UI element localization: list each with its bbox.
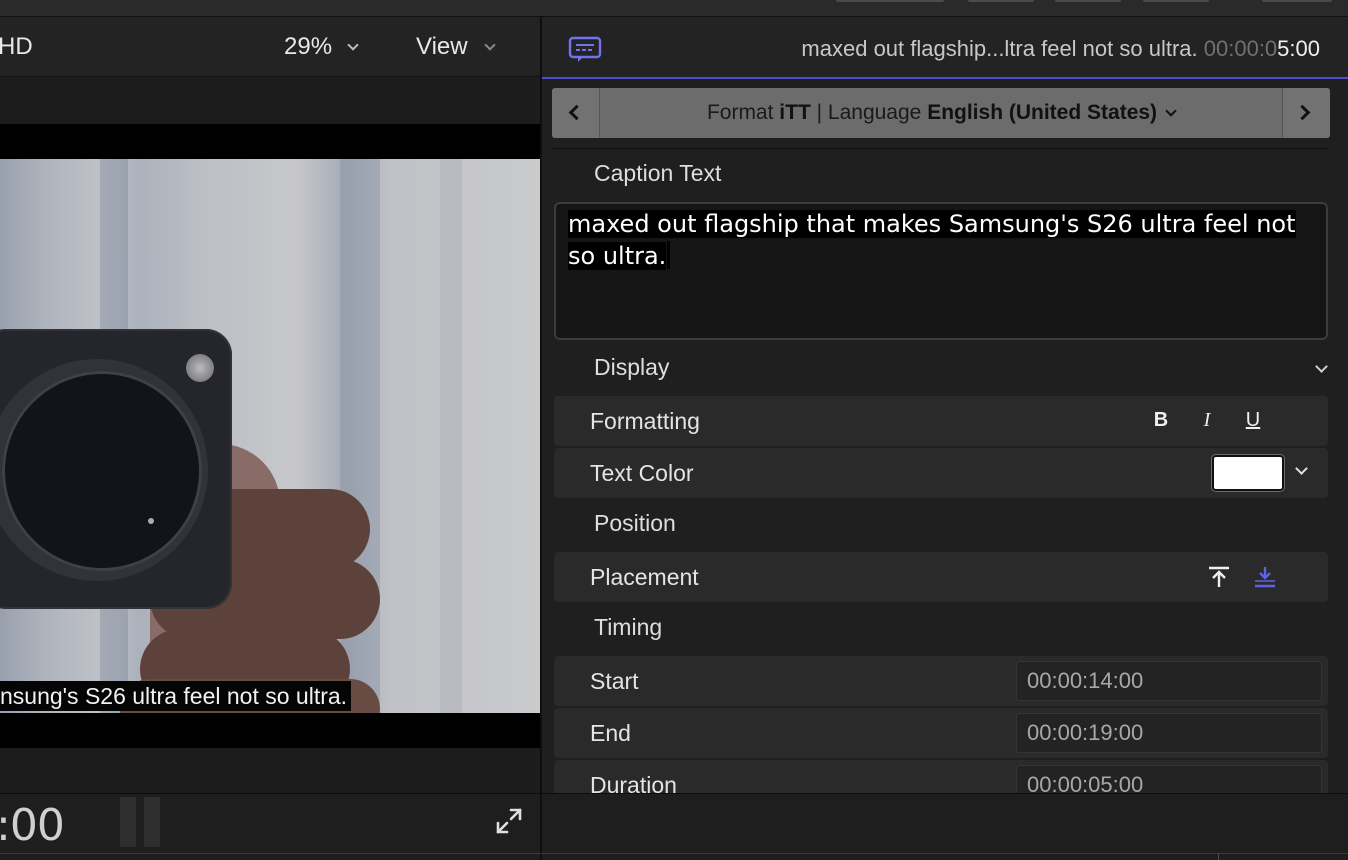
divider — [552, 148, 1328, 149]
viewer-header: HD 29% View — [0, 17, 540, 77]
viewer-footer — [0, 748, 540, 793]
text-cursor — [667, 241, 671, 269]
caption-duration: 5:00 — [1277, 36, 1320, 61]
caption-text-field[interactable]: maxed out flagship that makes Samsung's … — [554, 202, 1328, 340]
caption-text-value: maxed out flagship that makes Samsung's … — [568, 210, 1296, 270]
formatting-buttons: BIU — [1138, 409, 1276, 432]
bold-button[interactable]: B — [1138, 409, 1184, 432]
fullscreen-icon[interactable] — [494, 806, 524, 836]
formatting-row: Formatting BIU — [554, 396, 1328, 446]
chevron-down-icon — [346, 39, 359, 51]
start-timecode-field[interactable]: 00:00:14:00 — [1016, 661, 1322, 701]
timecode-display: :00 — [0, 800, 65, 851]
viewer-panel: HD 29% View nsung's S26 ultra feel not s… — [0, 17, 540, 793]
underline-button[interactable]: U — [1230, 409, 1276, 432]
language-prefix: | Language — [810, 101, 928, 124]
format-label: HD — [0, 33, 33, 60]
start-label: Start — [590, 668, 639, 694]
bottom-bar — [0, 793, 1348, 860]
placement-row: Placement — [554, 552, 1328, 602]
text-color-label: Text Color — [590, 460, 694, 486]
end-row: End 00:00:19:00 — [554, 708, 1328, 758]
format-language-bar: Format iTT | Language English (United St… — [552, 88, 1330, 138]
next-caption-button[interactable] — [1282, 88, 1330, 138]
toolbar-button[interactable] — [1143, 0, 1209, 2]
text-color-swatch[interactable] — [1212, 455, 1284, 491]
viewer-subbar — [0, 78, 540, 124]
chevron-down-icon — [1165, 105, 1177, 117]
bottom-divider — [0, 853, 1348, 854]
caption-text-heading: Caption Text — [594, 160, 722, 186]
letterbox — [0, 124, 540, 159]
chevron-down-icon — [484, 39, 496, 51]
format-value: iTT — [779, 101, 811, 124]
zoom-menu[interactable]: 29% — [284, 33, 359, 61]
caption-icon[interactable] — [568, 36, 602, 64]
language-value: English (United States) — [927, 101, 1158, 124]
top-toolbar-strip — [0, 0, 1348, 17]
video-shade — [0, 159, 540, 713]
letterbox — [0, 713, 540, 748]
position-heading: Position — [594, 510, 676, 536]
previous-caption-button[interactable] — [552, 88, 600, 138]
placement-label: Placement — [590, 564, 699, 590]
chevron-down-icon[interactable] — [1295, 462, 1308, 475]
view-menu[interactable]: View — [416, 33, 496, 61]
formatting-label: Formatting — [590, 408, 700, 434]
format-prefix: Format — [706, 101, 780, 124]
caption-summary: maxed out flagship...ltra feel not so ul… — [801, 36, 1198, 61]
chevron-left-icon — [568, 104, 585, 121]
timing-heading: Timing — [594, 614, 663, 640]
video-frame[interactable]: nsung's S26 ultra feel not so ultra. — [0, 159, 540, 713]
caption-overlay: nsung's S26 ultra feel not so ultra. — [0, 681, 352, 711]
audio-meter — [144, 797, 160, 847]
toolbar-button[interactable] — [1055, 0, 1121, 2]
collapse-chevron-icon[interactable] — [1315, 360, 1328, 373]
italic-button[interactable]: I — [1184, 409, 1230, 432]
bottom-divider-tick — [1218, 853, 1219, 860]
toolbar-button[interactable] — [1262, 0, 1332, 2]
zoom-label: 29% — [284, 33, 333, 60]
duration-timecode-field[interactable]: 00:00:05:00 — [1016, 765, 1322, 793]
view-label: View — [416, 33, 468, 60]
end-timecode-field[interactable]: 00:00:19:00 — [1016, 713, 1322, 753]
start-row: Start 00:00:14:00 — [554, 656, 1328, 706]
duration-label: Duration — [590, 772, 677, 793]
text-color-row: Text Color — [554, 448, 1328, 498]
format-language-menu[interactable]: Format iTT | Language English (United St… — [600, 101, 1282, 125]
align-bottom-icon[interactable] — [1252, 564, 1278, 590]
toolbar-button[interactable] — [968, 0, 1034, 2]
audio-meter — [120, 797, 136, 847]
inspector-header: maxed out flagship...ltra feel not so ul… — [542, 17, 1348, 79]
align-top-icon[interactable] — [1206, 564, 1232, 590]
caption-inspector: maxed out flagship...ltra feel not so ul… — [542, 17, 1348, 793]
caption-duration-dim: 00:00:0 — [1203, 36, 1278, 61]
end-label: End — [590, 720, 631, 746]
inspector-title: maxed out flagship...ltra feel not so ul… — [801, 36, 1320, 62]
caption-text-content: maxed out flagship that makes Samsung's … — [568, 208, 1316, 272]
duration-row: Duration 00:00:05:00 — [554, 760, 1328, 793]
chevron-right-icon — [1294, 104, 1311, 121]
display-heading: Display — [594, 354, 670, 380]
toolbar-button[interactable] — [836, 0, 944, 2]
